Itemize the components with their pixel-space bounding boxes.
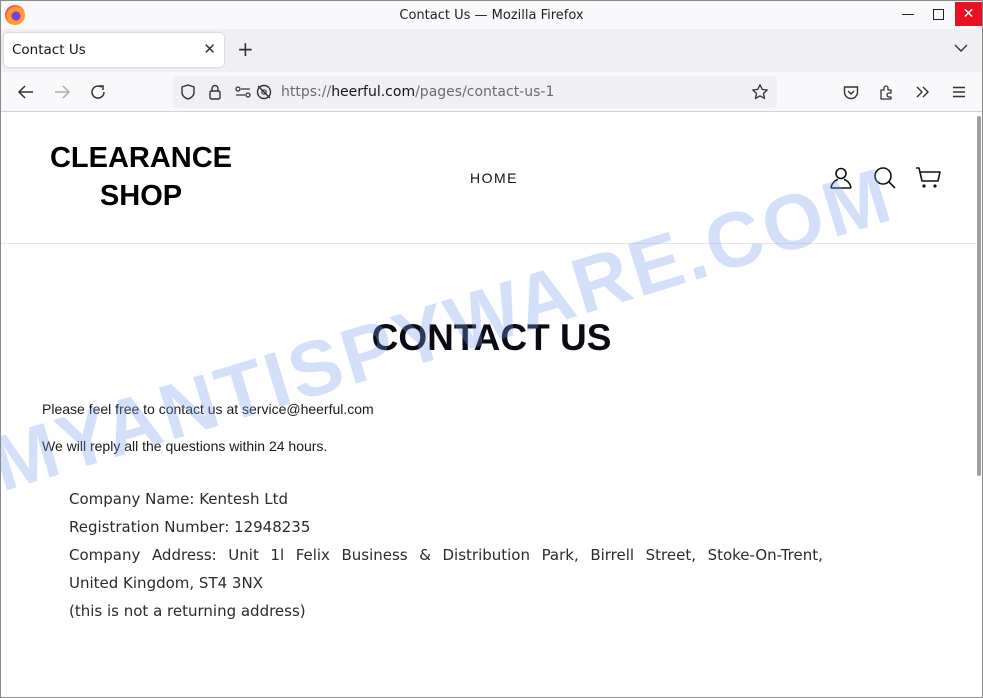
address-bar[interactable]: https://heerful.com/pages/contact-us-1: [173, 76, 777, 108]
address-word: Street,: [645, 546, 696, 564]
scrollbar-thumb[interactable]: [977, 116, 981, 476]
address-word: Distribution: [442, 546, 530, 564]
web-page: CLEARANCE SHOP HOME CONTACT US Please fe…: [1, 113, 982, 697]
back-arrow-icon: [17, 85, 33, 99]
extensions-button[interactable]: [877, 82, 897, 102]
app-menu-button[interactable]: [949, 82, 969, 102]
logo-line-1: CLEARANCE: [49, 142, 233, 174]
forward-arrow-icon: [55, 85, 71, 99]
registration-number: Registration Number: 12948235: [69, 518, 311, 536]
tab-strip: Contact Us ✕ +: [1, 29, 982, 72]
shield-icon[interactable]: [179, 83, 197, 101]
address-word: Park,: [541, 546, 579, 564]
maximize-icon: [933, 8, 944, 20]
address-word: Unit: [228, 546, 259, 564]
company-address-line-2: United Kingdom, ST4 3NX: [69, 574, 263, 592]
lock-icon[interactable]: [207, 83, 223, 101]
tab-contact-us[interactable]: Contact Us ✕: [4, 33, 224, 67]
browser-window: Contact Us — Mozilla Firefox ✕ Contact U…: [0, 0, 983, 698]
nav-link-home[interactable]: HOME: [470, 170, 518, 186]
forward-button[interactable]: [52, 82, 72, 102]
permissions-icon[interactable]: [234, 84, 252, 100]
pocket-icon: [843, 86, 859, 100]
puzzle-piece-icon: [880, 85, 892, 100]
close-window-button[interactable]: ✕: [955, 2, 982, 26]
address-word: Felix: [295, 546, 330, 564]
bookmark-star-icon[interactable]: [751, 83, 769, 101]
company-name: Company Name: Kentesh Ltd: [69, 490, 288, 508]
address-word: 1l: [270, 546, 285, 564]
minimize-icon: [901, 13, 914, 15]
hamburger-menu-icon: [953, 86, 965, 98]
address-word: Stoke-On-Trent,: [707, 546, 823, 564]
tracking-protection-off-icon[interactable]: [255, 83, 273, 101]
maximize-button[interactable]: [925, 2, 952, 26]
reload-icon: [91, 85, 105, 99]
company-info-image: Company Name: Kentesh Ltd Registration N…: [69, 485, 829, 625]
cart-icon[interactable]: [915, 165, 943, 191]
list-all-tabs-chevron-down-icon[interactable]: [954, 41, 968, 55]
address-word: &: [419, 546, 431, 564]
company-address-line-1: Company Address: Unit 1l Felix Business …: [69, 541, 823, 569]
address-word: Business: [341, 546, 408, 564]
minimize-button[interactable]: [894, 2, 921, 26]
page-title: CONTACT US: [371, 317, 612, 358]
url-text[interactable]: https://heerful.com/pages/contact-us-1: [281, 84, 554, 100]
contact-email-text: Please feel free to contact us at servic…: [42, 401, 374, 417]
reply-time-text: We will reply all the questions within 2…: [42, 438, 328, 454]
address-note: (this is not a returning address): [69, 602, 306, 620]
close-icon: ✕: [962, 6, 975, 22]
title-bar: Contact Us — Mozilla Firefox ✕: [1, 1, 982, 29]
navigation-toolbar: https://heerful.com/pages/contact-us-1: [1, 72, 982, 112]
new-tab-button[interactable]: +: [237, 39, 254, 59]
tab-close-icon[interactable]: ✕: [203, 40, 216, 58]
pocket-button[interactable]: [841, 82, 861, 102]
window-title: Contact Us — Mozilla Firefox: [399, 8, 584, 23]
address-word: Address:: [151, 546, 217, 564]
address-word: Company: [69, 546, 141, 564]
site-logo[interactable]: CLEARANCE SHOP: [41, 139, 241, 215]
search-icon[interactable]: [872, 165, 898, 191]
account-icon[interactable]: [828, 165, 854, 191]
url-host: heerful.com: [331, 84, 416, 100]
double-chevron-right-icon: [916, 86, 929, 98]
url-path: /pages/contact-us-1: [415, 84, 555, 100]
reload-button[interactable]: [88, 82, 108, 102]
logo-line-2: SHOP: [99, 180, 183, 212]
vertical-scrollbar[interactable]: [976, 113, 982, 697]
header-divider: [1, 243, 982, 244]
back-button[interactable]: [16, 82, 36, 102]
tab-title: Contact Us: [12, 42, 86, 58]
url-scheme: https://: [281, 84, 332, 100]
address-word: Birrell: [590, 546, 635, 564]
more-tools-button[interactable]: [913, 82, 933, 102]
